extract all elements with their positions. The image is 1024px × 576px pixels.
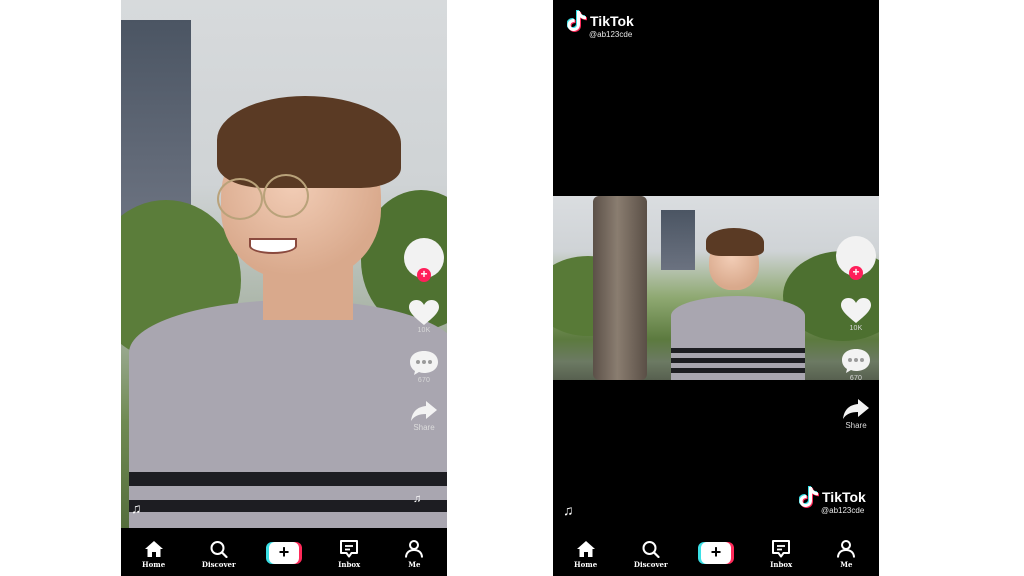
share-label: Share (845, 421, 867, 430)
nav-inbox-label: Inbox (770, 560, 793, 569)
nav-home-label: Home (574, 560, 598, 569)
plus-icon: + (697, 542, 734, 564)
video-frame (553, 196, 879, 380)
nav-discover-label: Discover (201, 560, 236, 569)
tree-trunk (593, 196, 647, 380)
nav-inbox[interactable]: Inbox (324, 540, 374, 569)
music-disc-icon[interactable]: ♫ (413, 493, 421, 505)
profile-icon (405, 540, 424, 558)
heart-icon (841, 298, 871, 323)
comment-button[interactable]: 670 (409, 350, 439, 384)
like-count: 10K (417, 327, 431, 334)
glasses (217, 178, 263, 220)
like-count: 10K (849, 325, 863, 332)
plus-icon: + (265, 542, 302, 564)
person-hair (706, 228, 764, 256)
share-label: Share (413, 423, 435, 432)
share-button[interactable]: Share (410, 400, 438, 432)
nav-me-label: Me (408, 560, 421, 569)
tiktok-brand-text: TikTok (590, 13, 634, 29)
person-hair (217, 96, 401, 188)
comment-bubble-icon (410, 351, 438, 375)
music-note-icon[interactable]: ♫ (131, 500, 142, 516)
search-icon (642, 541, 660, 558)
nav-me[interactable]: Me (821, 540, 871, 569)
comment-count: 670 (849, 375, 863, 382)
nav-discover[interactable]: Discover (626, 540, 676, 569)
watermark-username: @ab123cde (821, 506, 865, 515)
nav-discover-label: Discover (633, 560, 668, 569)
background-building (661, 210, 695, 270)
inbox-icon (772, 540, 791, 558)
profile-icon (837, 540, 856, 558)
nav-discover[interactable]: Discover (194, 540, 244, 569)
background-building (121, 20, 191, 220)
home-icon (576, 541, 595, 557)
action-sidebar: + 10K 670 Share (834, 236, 878, 430)
music-note-icon[interactable]: ♫ (563, 502, 574, 518)
create-video-button[interactable]: + (691, 540, 741, 564)
nav-me-label: Me (840, 560, 853, 569)
person-sweater (671, 296, 805, 380)
phone-frame-exported: TikTok @ab123cde + 10K 670 Share TikTok … (553, 0, 879, 576)
watermark-username: @ab123cde (589, 30, 633, 39)
tiktok-logo-icon (799, 486, 819, 508)
tiktok-logo-icon (567, 10, 587, 32)
action-sidebar: + 10K 670 Share (402, 238, 446, 432)
comment-button[interactable]: 670 (841, 348, 871, 382)
nav-home-label: Home (142, 560, 166, 569)
search-icon (210, 541, 228, 558)
share-arrow-icon (843, 399, 869, 419)
person-sweater (129, 300, 447, 528)
person-smile (249, 238, 297, 254)
nav-home[interactable]: Home (561, 540, 611, 569)
heart-icon (409, 300, 439, 325)
nav-inbox-label: Inbox (338, 560, 361, 569)
inbox-icon (340, 540, 359, 558)
creator-avatar-button[interactable]: + (836, 236, 876, 280)
creator-avatar-button[interactable]: + (404, 238, 444, 282)
like-button[interactable]: 10K (841, 298, 871, 332)
bottom-nav: Home Discover + Inbox Me (121, 528, 447, 576)
tiktok-brand-text: TikTok (822, 489, 866, 505)
bottom-nav: Home Discover + Inbox Me (553, 528, 879, 576)
tiktok-watermark-bottom: TikTok @ab123cde (799, 486, 866, 515)
tiktok-watermark-top: TikTok @ab123cde (567, 10, 634, 39)
home-icon (144, 541, 163, 557)
follow-plus-icon[interactable]: + (417, 268, 431, 282)
glasses (263, 174, 309, 218)
create-video-button[interactable]: + (259, 540, 309, 564)
follow-plus-icon[interactable]: + (849, 266, 863, 280)
phone-frame-original: + 10K 670 Share ♫ ♫ Home Discover + Inbo… (121, 0, 447, 576)
comment-bubble-icon (842, 349, 870, 373)
share-arrow-icon (411, 401, 437, 421)
nav-me[interactable]: Me (389, 540, 439, 569)
share-button[interactable]: Share (842, 398, 870, 430)
nav-home[interactable]: Home (129, 540, 179, 569)
video-frame (121, 0, 447, 528)
comment-count: 670 (417, 377, 431, 384)
nav-inbox[interactable]: Inbox (756, 540, 806, 569)
like-button[interactable]: 10K (409, 300, 439, 334)
